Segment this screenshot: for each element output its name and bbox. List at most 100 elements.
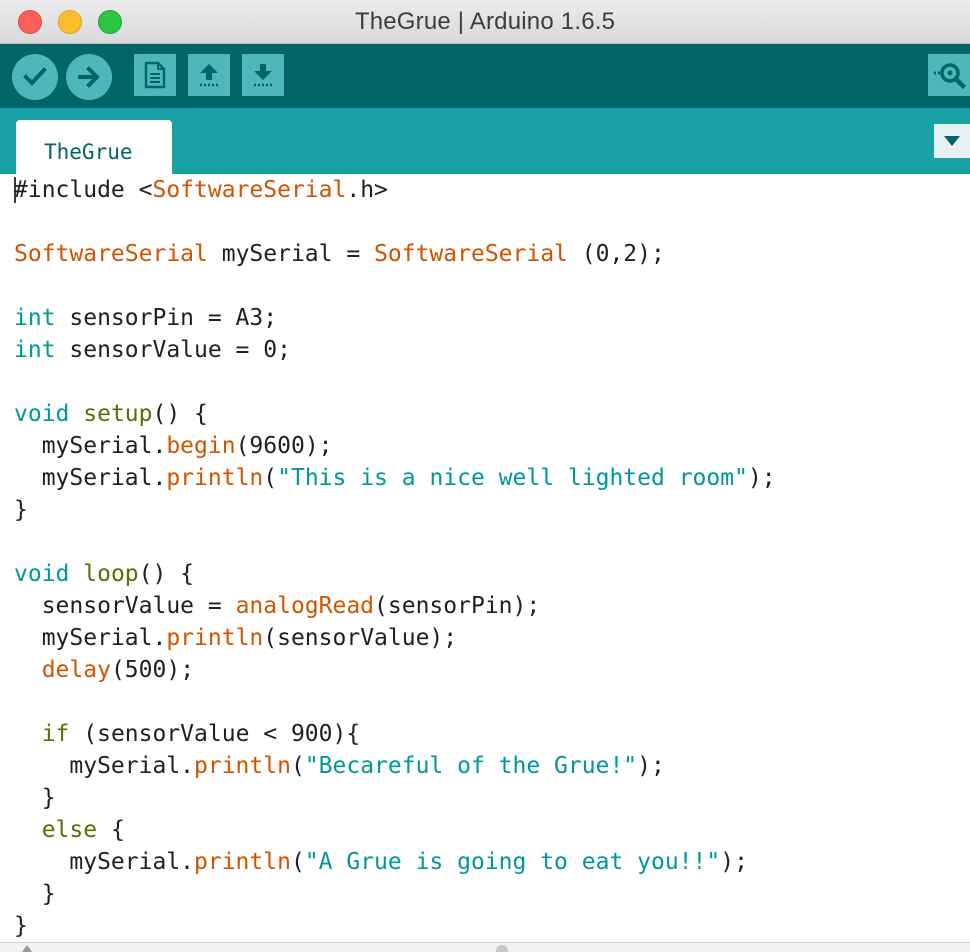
code-token: mySerial. xyxy=(14,433,167,459)
horizontal-scrollbar[interactable] xyxy=(0,942,970,952)
save-sketch-button[interactable] xyxy=(242,54,284,96)
code-token: .h> xyxy=(346,177,388,203)
code-token: sensorValue = xyxy=(14,593,236,619)
toolbar xyxy=(0,44,970,108)
code-token: begin xyxy=(166,433,236,459)
code-line[interactable]: mySerial.println("A Grue is going to eat… xyxy=(14,846,776,878)
code-line[interactable] xyxy=(14,366,776,398)
code-line[interactable]: int sensorValue = 0; xyxy=(14,334,776,366)
code-token: (sensorValue); xyxy=(263,625,458,651)
title-bar: TheGrue | Arduino 1.6.5 xyxy=(0,0,970,44)
upload-button[interactable] xyxy=(66,54,112,100)
tab-label: TheGrue xyxy=(44,140,133,164)
code-token: "This is a nice well lighted room" xyxy=(277,465,748,491)
code-line[interactable]: #include <SoftwareSerial.h> xyxy=(14,174,776,206)
open-sketch-button[interactable] xyxy=(188,54,230,96)
code-line[interactable]: mySerial.println("This is a nice well li… xyxy=(14,462,776,494)
scrollbar-thumb[interactable] xyxy=(496,945,508,952)
code-token: delay xyxy=(41,657,111,683)
code-line[interactable]: } xyxy=(14,910,776,942)
serial-monitor-button[interactable] xyxy=(928,54,970,96)
code-editor[interactable]: #include <SoftwareSerial.h> SoftwareSeri… xyxy=(0,174,970,942)
code-line[interactable]: void loop() { xyxy=(14,558,776,590)
code-line[interactable]: mySerial.println(sensorValue); xyxy=(14,622,776,654)
code-token: "A Grue is going to eat you!!" xyxy=(304,849,721,875)
check-icon xyxy=(23,67,47,86)
code-token: ( xyxy=(290,849,305,875)
code-token: println xyxy=(194,849,291,875)
magnifier-icon xyxy=(934,63,966,89)
code-token: println xyxy=(194,753,291,779)
code-token: if xyxy=(41,721,70,747)
code-token: () { xyxy=(138,561,195,587)
code-line[interactable] xyxy=(14,526,776,558)
code-token: } xyxy=(14,785,56,811)
code-token: ( xyxy=(263,465,278,491)
code-line[interactable] xyxy=(14,270,776,302)
code-line[interactable]: } xyxy=(14,782,776,814)
code-line[interactable] xyxy=(14,206,776,238)
code-token: ); xyxy=(747,465,776,491)
code-line[interactable]: mySerial.begin(9600); xyxy=(14,430,776,462)
code-line[interactable]: SoftwareSerial mySerial = SoftwareSerial… xyxy=(14,238,776,270)
code-token: (9600); xyxy=(235,433,333,459)
tab-menu-button[interactable] xyxy=(934,124,970,158)
code-line[interactable]: else { xyxy=(14,814,776,846)
code-token: (sensorPin); xyxy=(374,593,541,619)
code-token: () { xyxy=(152,401,208,427)
code-token: mySerial. xyxy=(14,753,195,779)
scroll-arrow-icon[interactable] xyxy=(22,945,32,952)
code-line[interactable]: delay(500); xyxy=(14,654,776,686)
tab-thegrue[interactable]: TheGrue xyxy=(16,120,172,174)
code-token: "Becareful of the Grue!" xyxy=(304,753,638,779)
code-token: void xyxy=(14,401,70,427)
verify-button[interactable] xyxy=(12,54,58,100)
code-token: SoftwareSerial xyxy=(374,241,568,267)
code-token: mySerial = xyxy=(207,241,375,267)
window-title: TheGrue | Arduino 1.6.5 xyxy=(354,8,616,35)
code-token: { xyxy=(97,817,125,843)
code-token: int xyxy=(14,337,56,363)
code-line[interactable]: sensorValue = analogRead(sensorPin); xyxy=(14,590,776,622)
code-line[interactable] xyxy=(14,686,776,718)
code-token: ); xyxy=(637,753,665,779)
code-token: (sensorValue < 900){ xyxy=(69,721,361,747)
arrow-right-icon xyxy=(78,66,100,88)
code-line[interactable]: mySerial.println("Becareful of the Grue!… xyxy=(14,750,776,782)
code-token: (500); xyxy=(110,657,195,683)
code-token: #include < xyxy=(14,177,153,203)
code-token: } xyxy=(14,881,56,907)
code-line[interactable]: int sensorPin = A3; xyxy=(14,302,776,334)
document-icon xyxy=(144,61,166,89)
code-line[interactable]: void setup() { xyxy=(14,398,776,430)
code-token: ); xyxy=(720,849,748,875)
arrow-up-icon xyxy=(200,64,218,87)
code-line[interactable]: if (sensorValue < 900){ xyxy=(14,718,776,750)
code-token: ( xyxy=(290,753,305,779)
code-token: void xyxy=(14,561,70,587)
code-token: sensorPin = A3; xyxy=(55,305,278,331)
code-token: println xyxy=(166,465,264,491)
arrow-down-icon xyxy=(254,64,272,87)
code-token: analogRead xyxy=(235,593,375,619)
new-sketch-button[interactable] xyxy=(134,54,176,96)
code-line[interactable]: } xyxy=(14,878,776,910)
code-line[interactable]: } xyxy=(14,494,776,526)
code-token: int xyxy=(14,305,56,331)
code-token: } xyxy=(14,497,28,523)
code-token: println xyxy=(166,625,264,651)
code-token: else xyxy=(41,817,98,843)
code-text[interactable]: #include <SoftwareSerial.h> SoftwareSeri… xyxy=(14,174,776,942)
code-token: mySerial. xyxy=(14,465,167,491)
code-token: (0,2); xyxy=(567,241,665,267)
code-token: mySerial. xyxy=(14,849,195,875)
code-token: mySerial. xyxy=(14,625,167,651)
arduino-ide-window: TheGrue | Arduino 1.6.5 TheGrue #include… xyxy=(0,0,970,952)
code-token: SoftwareSerial xyxy=(14,241,208,267)
code-token: loop xyxy=(83,561,139,587)
code-token: } xyxy=(14,913,28,939)
tab-strip: TheGrue xyxy=(0,108,970,174)
